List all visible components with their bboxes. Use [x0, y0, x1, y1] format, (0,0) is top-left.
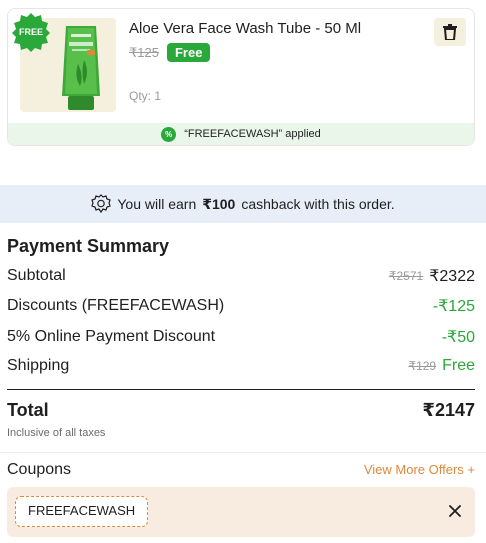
cart-item-card: FREE Aloe Vera Face Wash Tube - 50 Ml ₹1… — [7, 8, 475, 146]
remove-item-button[interactable] — [434, 18, 466, 46]
quantity-label: Qty: 1 — [129, 89, 162, 103]
discount-value: -₹125 — [432, 298, 475, 315]
cashback-prefix: You will earn — [117, 196, 197, 212]
price-row: ₹125 Free — [129, 43, 211, 62]
cashback-suffix: cashback with this order. — [241, 196, 395, 212]
subtotal-row: Subtotal ₹2571 ₹2322 — [7, 266, 475, 286]
trash-icon — [443, 24, 457, 40]
tax-note: Inclusive of all taxes — [7, 427, 106, 439]
product-name[interactable]: Aloe Vera Face Wash Tube - 50 Ml — [129, 20, 361, 37]
discount-row: Discounts (FREEFACEWASH) -₹125 — [7, 296, 475, 316]
original-price: ₹125 — [129, 44, 159, 60]
free-price-tag: Free — [166, 43, 211, 62]
face-wash-tube-image — [62, 26, 100, 110]
discount-label: Discounts (FREEFACEWASH) — [7, 297, 225, 314]
subtotal-label: Subtotal — [7, 267, 66, 284]
subtotal-value: ₹2322 — [429, 268, 475, 285]
subtotal-original: ₹2571 — [388, 269, 424, 283]
remove-coupon-close-icon[interactable] — [447, 503, 463, 519]
view-more-offers-link[interactable]: View More Offers + — [364, 462, 475, 477]
shipping-row: Shipping ₹129 Free — [7, 357, 475, 375]
total-value: ₹2147 — [422, 400, 475, 420]
coupon-applied-strip: % “FREEFACEWASH” applied — [8, 123, 474, 145]
total-label: Total — [7, 400, 49, 420]
payment-summary-title: Payment Summary — [7, 236, 170, 256]
coupon-code-chip: FREEFACEWASH — [15, 496, 149, 527]
coupon-applied-text: “FREEFACEWASH” applied — [184, 128, 321, 140]
cashback-banner: You will earn ₹100 cashback with this or… — [0, 185, 486, 223]
online-discount-value: -₹50 — [441, 329, 475, 346]
shipping-label: Shipping — [7, 357, 70, 374]
applied-coupon-box: FREEFACEWASH — [7, 487, 475, 537]
shipping-value: Free — [442, 357, 475, 374]
online-discount-row: 5% Online Payment Discount -₹50 — [7, 327, 475, 347]
section-divider — [0, 452, 486, 453]
cashback-amount: ₹100 — [202, 195, 236, 212]
shipping-original: ₹129 — [408, 359, 437, 373]
discount-icon: % — [161, 126, 177, 142]
cashback-badge-icon — [91, 194, 112, 214]
coupons-title: Coupons — [7, 461, 72, 478]
summary-divider — [7, 389, 475, 390]
free-badge: FREE — [11, 12, 51, 52]
online-discount-label: 5% Online Payment Discount — [7, 328, 216, 345]
free-badge-label: FREE — [18, 27, 43, 37]
